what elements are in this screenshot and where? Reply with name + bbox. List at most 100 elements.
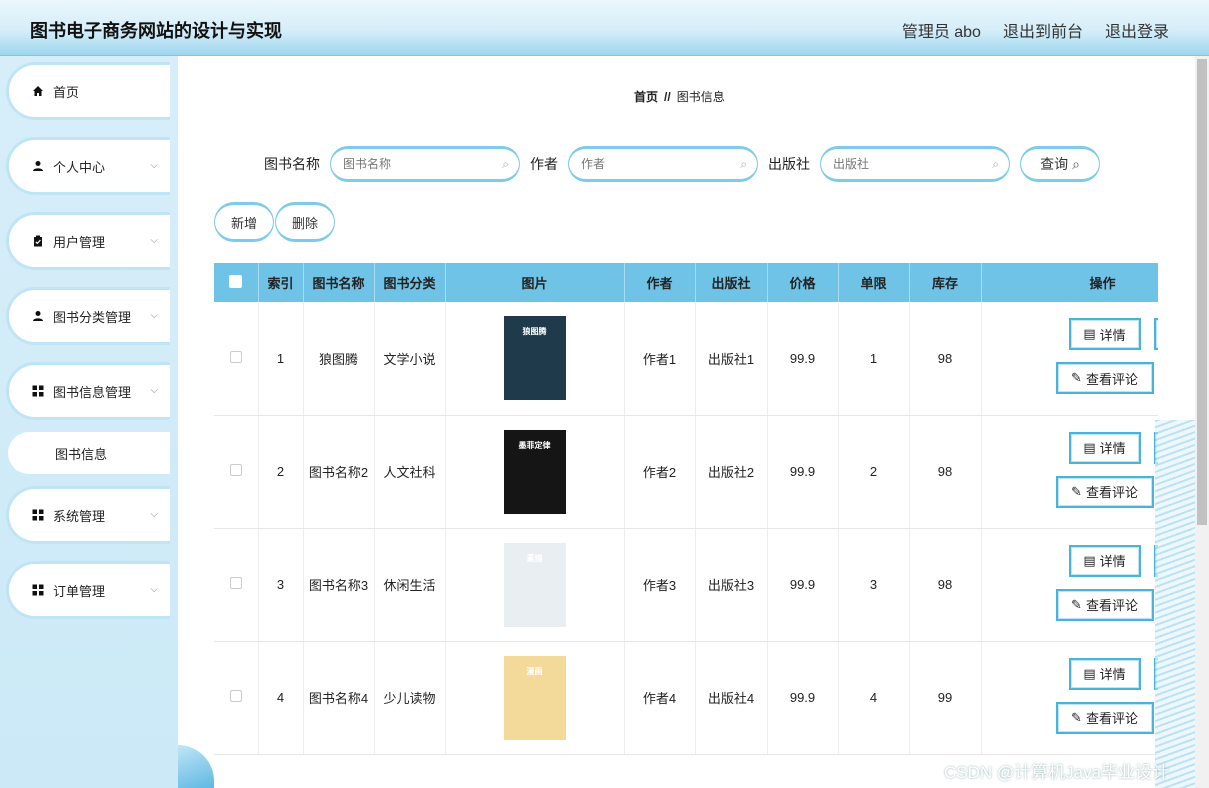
view-comments-label: 查看评论 bbox=[1085, 371, 1138, 387]
cell-publisher: 出版社1 bbox=[695, 302, 768, 416]
cell-stock: 98 bbox=[909, 528, 982, 642]
breadcrumb: 首页 // 图书信息 bbox=[634, 88, 725, 105]
scrollbar-thumb[interactable] bbox=[1197, 59, 1207, 525]
cell-publisher: 出版社2 bbox=[695, 415, 768, 529]
logout-link[interactable]: 退出登录 bbox=[1105, 18, 1169, 42]
detail-button[interactable]: ▤ 详情 bbox=[1068, 318, 1141, 351]
cell-price: 99.9 bbox=[767, 528, 839, 642]
cell-limit: 3 bbox=[838, 528, 910, 642]
row-operations: ▤详情✎✎查看评论🗑 bbox=[1013, 308, 1158, 408]
view-comments-label: 查看评论 bbox=[1085, 485, 1138, 500]
detail-button[interactable]: ▤ 详情 bbox=[1068, 657, 1141, 690]
row-checkbox[interactable] bbox=[229, 350, 242, 363]
row-operations: ▤详情✎✎查看评论🗑 bbox=[1013, 648, 1158, 748]
sidebar-item-label: 系统管理 bbox=[53, 508, 106, 524]
chevron-down-icon: ⌵ bbox=[150, 509, 158, 520]
publisher-field[interactable]: ⌕ bbox=[820, 146, 1010, 182]
table-row: 2图书名称2人文社科墨菲定律作者2出版社299.9298▤详情✎✎查看评论🗑 bbox=[214, 415, 1158, 529]
book-cover-image: 漫画 bbox=[503, 655, 566, 740]
col-header: 价格 bbox=[767, 263, 839, 302]
query-button[interactable]: 查询 ⌕ bbox=[1020, 146, 1100, 182]
cell-author: 作者3 bbox=[624, 528, 696, 642]
cell-publisher: 出版社3 bbox=[695, 528, 768, 642]
chevron-down-icon: ⌵ bbox=[150, 160, 158, 171]
edit-icon: ✎ bbox=[1071, 709, 1082, 725]
table-row: 3图书名称3休闲生活素描作者3出版社399.9398▤详情✎✎查看评论🗑 bbox=[214, 528, 1158, 642]
sidebar-subitem-book-info[interactable]: 图书信息 bbox=[8, 432, 170, 474]
cell-category: 少儿读物 bbox=[374, 641, 446, 755]
col-header: 图片 bbox=[445, 263, 625, 302]
document-icon: ▤ bbox=[1083, 665, 1096, 681]
row-select-cell[interactable] bbox=[214, 528, 259, 642]
col-header: 出版社 bbox=[695, 263, 768, 302]
cell-operations: ▤详情✎✎查看评论🗑 bbox=[981, 641, 1158, 755]
cell-index: 1 bbox=[258, 302, 304, 416]
row-checkbox[interactable] bbox=[229, 577, 242, 589]
detail-button[interactable]: ▤ 详情 bbox=[1068, 544, 1141, 577]
view-comments-button[interactable]: ✎ 查看评论 bbox=[1055, 475, 1154, 508]
cell-operations: ▤详情✎✎查看评论🗑 bbox=[981, 528, 1158, 642]
sidebar-item-label: 图书分类管理 bbox=[53, 309, 132, 325]
col-header: 库存 bbox=[909, 263, 982, 302]
sidebar-item-home[interactable]: 首页 bbox=[6, 62, 170, 120]
view-comments-button[interactable]: ✎ 查看评论 bbox=[1055, 588, 1154, 621]
sidebar-item-category-management[interactable]: 图书分类管理 ⌵ bbox=[6, 287, 170, 345]
sidebar-item-order-management[interactable]: 订单管理 ⌵ bbox=[6, 561, 170, 619]
sidebar-item-label: 首页 bbox=[53, 84, 80, 100]
row-select-cell[interactable] bbox=[214, 415, 259, 529]
add-button[interactable]: 新增 bbox=[214, 202, 274, 242]
view-comments-label: 查看评论 bbox=[1085, 711, 1138, 726]
cell-book-name: 图书名称3 bbox=[303, 528, 375, 642]
sidebar-item-label: 订单管理 bbox=[53, 583, 106, 599]
publisher-label: 出版社 bbox=[768, 156, 810, 172]
book-table: 索引 图书名称 图书分类 图片 作者 出版社 价格 单限 库存 操作 1 狼图腾文… bbox=[214, 263, 1158, 788]
delete-button[interactable]: 删除 bbox=[275, 202, 335, 242]
document-icon: ▤ bbox=[1083, 552, 1096, 568]
sidebar-item-user-management[interactable]: 用户管理 ⌵ bbox=[6, 212, 170, 270]
document-icon: ▤ bbox=[1083, 326, 1096, 342]
home-icon bbox=[31, 84, 45, 98]
col-header: 图书名称 bbox=[303, 263, 375, 302]
chevron-down-icon: ⌵ bbox=[150, 235, 158, 246]
select-all-checkbox[interactable] bbox=[229, 274, 243, 288]
author-field[interactable]: ⌕ bbox=[568, 146, 758, 182]
detail-button[interactable]: ▤ 详情 bbox=[1068, 431, 1141, 464]
vertical-scrollbar[interactable] bbox=[1195, 56, 1209, 788]
cell-limit: 1 bbox=[838, 302, 910, 416]
row-select-cell[interactable] bbox=[214, 302, 259, 416]
row-select-cell[interactable] bbox=[214, 641, 259, 755]
grid-icon bbox=[31, 384, 45, 398]
breadcrumb-home[interactable]: 首页 bbox=[634, 90, 658, 104]
select-all-header[interactable] bbox=[214, 263, 259, 302]
edit-button[interactable]: ✎ bbox=[1153, 318, 1158, 351]
cell-index: 3 bbox=[258, 528, 304, 642]
view-comments-button[interactable]: ✎ 查看评论 bbox=[1055, 362, 1154, 395]
document-icon: ▤ bbox=[1083, 439, 1096, 455]
cell-publisher: 出版社4 bbox=[695, 641, 768, 755]
sidebar-item-personal-center[interactable]: 个人中心 ⌵ bbox=[6, 137, 170, 195]
chevron-down-icon: ⌵ bbox=[150, 310, 158, 321]
chevron-down-icon: ⌵ bbox=[150, 584, 158, 595]
cell-cover: 墨菲定律 bbox=[445, 415, 625, 529]
cell-book-name: 图书名称2 bbox=[303, 415, 375, 529]
sidebar-item-system-management[interactable]: 系统管理 ⌵ bbox=[6, 486, 170, 544]
watermark: CSDN @计算机Java毕业设计 bbox=[944, 763, 1170, 782]
header-links: 管理员 abo 退出到前台 退出登录 bbox=[902, 18, 1169, 42]
row-checkbox[interactable] bbox=[229, 690, 242, 702]
sidebar-item-book-info-management[interactable]: 图书信息管理 ⌵ bbox=[6, 362, 170, 420]
col-header: 作者 bbox=[624, 263, 696, 302]
author-label: 作者 bbox=[530, 156, 558, 172]
row-checkbox[interactable] bbox=[229, 464, 242, 476]
publisher-input[interactable] bbox=[833, 157, 997, 171]
sidebar-item-label: 用户管理 bbox=[53, 234, 106, 250]
book-name-field[interactable]: ⌕ bbox=[330, 146, 520, 182]
book-name-input[interactable] bbox=[343, 157, 507, 171]
author-input[interactable] bbox=[581, 157, 745, 171]
view-comments-button[interactable]: ✎ 查看评论 bbox=[1055, 701, 1154, 734]
edit-icon: ✎ bbox=[1071, 370, 1082, 386]
query-button-label: 查询 bbox=[1040, 156, 1069, 172]
row-operations: ▤详情✎✎查看评论🗑 bbox=[1013, 535, 1158, 635]
back-to-frontend-link[interactable]: 退出到前台 bbox=[1003, 18, 1083, 42]
cell-category: 文学小说 bbox=[374, 302, 446, 416]
book-cover-title: 素描 bbox=[526, 553, 543, 563]
